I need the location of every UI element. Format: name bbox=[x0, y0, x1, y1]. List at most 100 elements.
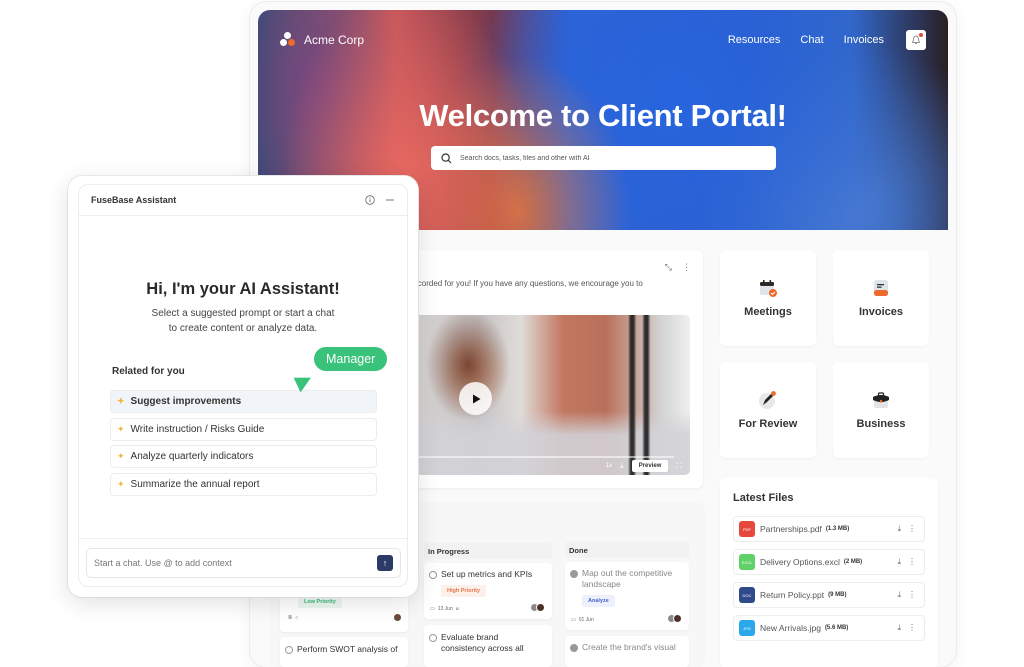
video-widget: ⤡ ⋮ ve recorded for you! If you have any… bbox=[400, 250, 703, 488]
task-card[interactable]: Map out the competitive landscape Analyz… bbox=[565, 562, 689, 630]
task-checkbox[interactable] bbox=[285, 646, 293, 654]
file-row[interactable]: EXCL Delivery Options.excl (2 MB) ⤓ ⋮ bbox=[733, 549, 925, 575]
task-card[interactable]: Evaluate brand consistency across all bbox=[424, 625, 552, 667]
task-checkbox[interactable] bbox=[429, 571, 437, 579]
briefcase-icon bbox=[871, 390, 891, 410]
tile-meetings[interactable]: Meetings bbox=[720, 250, 816, 346]
file-row[interactable]: DOC Return Policy.ppt (9 MB) ⤓ ⋮ bbox=[733, 582, 925, 608]
task-meta: ▭ 01 Jun bbox=[571, 617, 594, 623]
file-row[interactable]: PDF Partnerships.pdf (1.3 MB) ⤓ ⋮ bbox=[733, 516, 925, 542]
more-icon[interactable]: ⋮ bbox=[682, 262, 691, 273]
prompt-label: Write instruction / Risks Guide bbox=[130, 424, 265, 435]
calendar-icon: ▭ bbox=[430, 606, 435, 612]
assistant-panel-frame: FuseBase Assistant Hi, I'm your AI Assis… bbox=[68, 176, 418, 597]
assignees bbox=[667, 614, 682, 623]
status-icon: ○ bbox=[295, 615, 299, 621]
task-card[interactable]: Perform SWOT analysis of bbox=[280, 637, 408, 667]
assistant-header: FuseBase Assistant bbox=[79, 185, 407, 216]
due-date: 01 Jun bbox=[578, 617, 594, 623]
prompt-suggest-improvements[interactable]: ✦ Suggest improvements bbox=[110, 390, 377, 413]
video-player[interactable]: 1x ⤓ Preview ⛶ bbox=[408, 315, 690, 475]
sparkle-icon: ✦ bbox=[117, 479, 125, 489]
prompt-write-instruction[interactable]: ✦ Write instruction / Risks Guide bbox=[110, 418, 377, 441]
brand[interactable]: Acme Corp bbox=[280, 32, 364, 48]
chat-input-box[interactable]: ↑ bbox=[86, 548, 401, 578]
description-icon: ≣ bbox=[288, 615, 293, 621]
tile-for-review[interactable]: For Review bbox=[720, 362, 816, 458]
prompt-analyze-indicators[interactable]: ✦ Analyze quarterly indicators bbox=[110, 445, 377, 468]
column-done: Done bbox=[565, 542, 689, 558]
prompt-label: Summarize the annual report bbox=[130, 479, 260, 490]
playback-speed[interactable]: 1x bbox=[606, 463, 612, 469]
search-input[interactable] bbox=[460, 154, 760, 162]
fullscreen-icon[interactable]: ⛶ bbox=[676, 461, 682, 471]
collaborator-cursor-label: Manager bbox=[314, 347, 388, 371]
file-size: (5.6 MB) bbox=[824, 625, 849, 631]
assistant-subtitle: Select a suggested prompt or start a cha… bbox=[79, 306, 407, 336]
file-name: Return Policy.ppt bbox=[760, 590, 825, 600]
notification-dot bbox=[919, 33, 923, 37]
task-title: Create the brand's visual bbox=[582, 642, 676, 652]
file-name: New Arrivals.jpg bbox=[760, 623, 821, 633]
avatar bbox=[393, 613, 402, 622]
notifications-button[interactable] bbox=[906, 30, 926, 50]
prompt-summarize-report[interactable]: ✦ Summarize the annual report bbox=[110, 473, 377, 496]
nav-chat[interactable]: Chat bbox=[800, 34, 823, 46]
preview-button[interactable]: Preview bbox=[631, 460, 669, 472]
nav-resources[interactable]: Resources bbox=[728, 34, 781, 46]
more-icon[interactable]: ⋮ bbox=[908, 524, 916, 534]
task-title: Set up metrics and KPIs bbox=[441, 569, 533, 579]
prompt-label: Suggest improvements bbox=[130, 396, 242, 407]
task-card[interactable]: Create the brand's visual bbox=[565, 636, 689, 667]
assistant-greeting: Hi, I'm your AI Assistant! bbox=[146, 280, 340, 298]
send-button[interactable]: ↑ bbox=[377, 555, 393, 571]
stage: Acme Corp Resources Chat Invoices Welcom… bbox=[0, 0, 1024, 667]
tile-business[interactable]: Business bbox=[833, 362, 929, 458]
top-nav: Acme Corp Resources Chat Invoices bbox=[280, 28, 926, 52]
assistant-subtitle-line: to create content or analyze data. bbox=[168, 323, 318, 334]
download-icon[interactable]: ⤓ bbox=[897, 590, 901, 600]
more-icon[interactable]: ⋮ bbox=[908, 590, 916, 600]
file-name: Partnerships.pdf bbox=[760, 524, 822, 534]
latest-files-title: Latest Files bbox=[733, 492, 794, 504]
video-progress-bar[interactable] bbox=[412, 454, 674, 459]
priority-tag: High Priority bbox=[441, 585, 487, 597]
task-card[interactable]: Set up metrics and KPIs High Priority ▭ 1… bbox=[424, 563, 552, 619]
task-checkbox-checked[interactable] bbox=[570, 570, 578, 578]
file-size: (1.3 MB) bbox=[825, 526, 850, 532]
related-title: Related for you bbox=[112, 366, 185, 377]
tile-label: Invoices bbox=[858, 306, 904, 318]
category-tag: Analyze bbox=[582, 595, 615, 607]
file-row[interactable]: JPG New Arrivals.jpg (5.6 MB) ⤓ ⋮ bbox=[733, 615, 925, 641]
assignees bbox=[530, 603, 545, 612]
calendar-check-icon bbox=[758, 278, 778, 298]
sparkle-icon: ✦ bbox=[117, 396, 125, 406]
assistant-footer: ↑ bbox=[79, 538, 407, 586]
task-meta: ▭ 13 Jun ⌀ bbox=[430, 606, 459, 612]
task-checkbox[interactable] bbox=[429, 634, 437, 642]
tile-label: Business bbox=[856, 418, 906, 430]
ai-search-box[interactable] bbox=[431, 146, 776, 170]
info-icon[interactable] bbox=[365, 195, 375, 205]
task-title: Perform SWOT analysis of bbox=[297, 644, 398, 654]
minimize-icon[interactable] bbox=[385, 195, 395, 205]
tile-invoices[interactable]: Invoices bbox=[833, 250, 929, 346]
download-icon[interactable]: ⤓ bbox=[620, 461, 624, 471]
task-title: Map out the competitive landscape bbox=[582, 568, 673, 589]
collapse-icon[interactable]: ⤡ bbox=[665, 262, 672, 273]
download-icon[interactable]: ⤓ bbox=[897, 524, 901, 534]
download-icon[interactable]: ⤓ bbox=[897, 557, 901, 567]
download-icon[interactable]: ⤓ bbox=[897, 623, 901, 633]
latest-files-card: Latest Files PDF Partnerships.pdf (1.3 M… bbox=[720, 478, 938, 667]
arrow-up-icon: ↑ bbox=[382, 558, 388, 568]
calendar-icon: ▭ bbox=[571, 617, 576, 623]
nav-invoices[interactable]: Invoices bbox=[844, 34, 884, 46]
play-button[interactable] bbox=[459, 382, 492, 415]
more-icon[interactable]: ⋮ bbox=[908, 623, 916, 633]
task-checkbox-checked[interactable] bbox=[570, 644, 578, 652]
video-description: ve recorded for you! If you have any que… bbox=[400, 279, 643, 288]
sparkle-icon: ✦ bbox=[117, 424, 125, 434]
file-size: (9 MB) bbox=[828, 592, 847, 598]
more-icon[interactable]: ⋮ bbox=[908, 557, 916, 567]
chat-input[interactable] bbox=[94, 558, 377, 568]
